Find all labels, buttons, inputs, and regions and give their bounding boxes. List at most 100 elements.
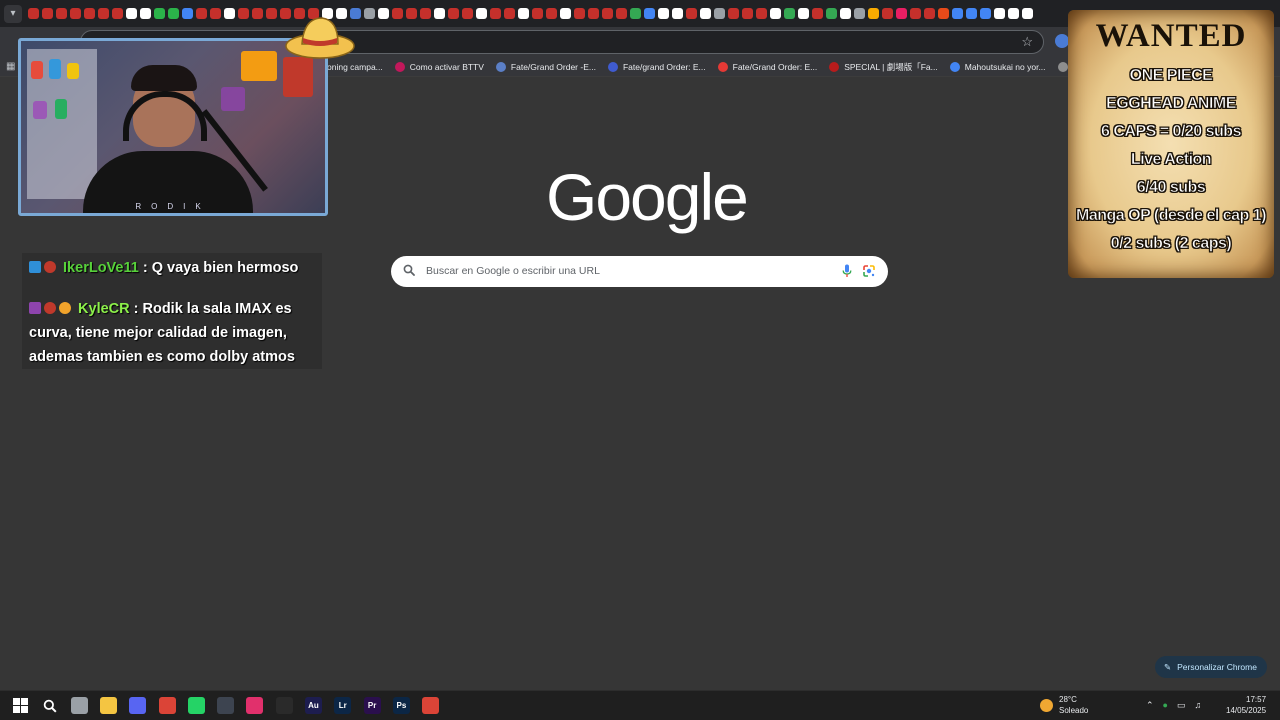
premiere-icon[interactable]: Pr bbox=[363, 697, 381, 714]
tab-favicon-icon[interactable] bbox=[70, 8, 81, 19]
tab-favicon-icon[interactable] bbox=[196, 8, 207, 19]
bookmark-item[interactable]: Como activar BTTV bbox=[394, 62, 484, 72]
steam-icon[interactable] bbox=[217, 697, 235, 714]
clock[interactable]: 17:57 14/05/2025 bbox=[1226, 694, 1266, 716]
tab-favicon-icon[interactable] bbox=[378, 8, 389, 19]
tab-favicon-icon[interactable] bbox=[490, 8, 501, 19]
tab-favicon-icon[interactable] bbox=[84, 8, 95, 19]
search-icon[interactable] bbox=[41, 697, 58, 714]
extension-icon[interactable] bbox=[1055, 34, 1069, 48]
bookmark-item[interactable]: SPECIAL | 劇場版「Fa... bbox=[829, 61, 938, 73]
customize-chrome-button[interactable]: ✎ Personalizar Chrome bbox=[1155, 656, 1267, 678]
tab-favicon-icon[interactable] bbox=[784, 8, 795, 19]
tab-favicon-icon[interactable] bbox=[504, 8, 515, 19]
lightroom-icon[interactable]: Lr bbox=[334, 697, 352, 714]
google-search-box[interactable]: Buscar en Google o escribir una URL bbox=[391, 256, 888, 287]
tab-favicon-icon[interactable] bbox=[462, 8, 473, 19]
tab-favicon-icon[interactable] bbox=[840, 8, 851, 19]
file-explorer-icon[interactable] bbox=[99, 697, 117, 714]
tab-favicon-icon[interactable] bbox=[364, 8, 375, 19]
tab-favicon-icon[interactable] bbox=[532, 8, 543, 19]
tab-favicon-icon[interactable] bbox=[476, 8, 487, 19]
tab-favicon-icon[interactable] bbox=[714, 8, 725, 19]
mic-icon[interactable]: ● bbox=[1163, 700, 1168, 711]
tab-favicon-icon[interactable] bbox=[1022, 8, 1033, 19]
chrome-active-icon[interactable] bbox=[422, 697, 440, 714]
tab-favicon-icon[interactable] bbox=[588, 8, 599, 19]
tab-favicon-icon[interactable] bbox=[434, 8, 445, 19]
tab-favicon-icon[interactable] bbox=[826, 8, 837, 19]
tab-favicon-icon[interactable] bbox=[560, 8, 571, 19]
tab-favicon-icon[interactable] bbox=[812, 8, 823, 19]
volume-icon[interactable]: ♫ bbox=[1195, 700, 1202, 711]
bookmark-star-icon[interactable]: ☆ bbox=[1021, 34, 1033, 50]
chevron-up-icon[interactable]: ⌃ bbox=[1146, 700, 1154, 711]
tab-favicon-icon[interactable] bbox=[924, 8, 935, 19]
tab-favicon-icon[interactable] bbox=[238, 8, 249, 19]
tab-favicon-icon[interactable] bbox=[420, 8, 431, 19]
tab-favicon-icon[interactable] bbox=[672, 8, 683, 19]
voice-search-icon[interactable] bbox=[842, 264, 852, 278]
tab-favicon-icon[interactable] bbox=[518, 8, 529, 19]
tab-favicon-icon[interactable] bbox=[546, 8, 557, 19]
whatsapp-icon[interactable] bbox=[187, 697, 205, 714]
tab-favicon-icon[interactable] bbox=[728, 8, 739, 19]
bookmark-item[interactable]: Fate/Grand Order: E... bbox=[717, 62, 817, 72]
tab-favicon-icon[interactable] bbox=[630, 8, 641, 19]
tab-search-button[interactable]: ▾ bbox=[4, 4, 22, 23]
tab-favicon-icon[interactable] bbox=[98, 8, 109, 19]
tab-favicon-icon[interactable] bbox=[574, 8, 585, 19]
bookmark-item[interactable]: Mahoutsukai no yor... bbox=[949, 62, 1046, 72]
chrome-icon[interactable] bbox=[158, 697, 176, 714]
tab-favicon-icon[interactable] bbox=[448, 8, 459, 19]
bookmark-item[interactable]: Fate/grand Order: E... bbox=[607, 62, 706, 72]
tab-favicon-icon[interactable] bbox=[616, 8, 627, 19]
task-view-icon[interactable] bbox=[70, 697, 88, 714]
tab-favicon-icon[interactable] bbox=[770, 8, 781, 19]
tab-favicon-icon[interactable] bbox=[56, 8, 67, 19]
tab-favicon-icon[interactable] bbox=[882, 8, 893, 19]
tab-favicon-icon[interactable] bbox=[700, 8, 711, 19]
tab-favicon-icon[interactable] bbox=[154, 8, 165, 19]
tab-favicon-icon[interactable] bbox=[406, 8, 417, 19]
display-icon[interactable]: ▭ bbox=[1177, 700, 1186, 711]
tiktok-icon[interactable] bbox=[246, 697, 264, 714]
tab-favicon-icon[interactable] bbox=[896, 8, 907, 19]
tab-favicon-icon[interactable] bbox=[602, 8, 613, 19]
tab-favicon-icon[interactable] bbox=[266, 8, 277, 19]
photoshop-icon[interactable]: Ps bbox=[392, 697, 410, 714]
tab-favicon-icon[interactable] bbox=[910, 8, 921, 19]
audition-icon[interactable]: Au bbox=[305, 697, 322, 714]
bookmark-item[interactable]: Fate/Grand Order -E... bbox=[495, 62, 596, 72]
tab-favicon-icon[interactable] bbox=[952, 8, 963, 19]
tab-favicon-icon[interactable] bbox=[994, 8, 1005, 19]
google-lens-icon[interactable] bbox=[862, 264, 876, 278]
tab-favicon-icon[interactable] bbox=[686, 8, 697, 19]
discord-icon[interactable] bbox=[129, 697, 147, 714]
tab-favicon-icon[interactable] bbox=[182, 8, 193, 19]
tab-favicon-icon[interactable] bbox=[854, 8, 865, 19]
windows-start-icon[interactable] bbox=[12, 697, 29, 714]
tab-favicon-icon[interactable] bbox=[168, 8, 179, 19]
tab-favicon-icon[interactable] bbox=[658, 8, 669, 19]
tab-favicon-icon[interactable] bbox=[938, 8, 949, 19]
tab-favicon-icon[interactable] bbox=[28, 8, 39, 19]
tab-favicon-icon[interactable] bbox=[252, 8, 263, 19]
tab-favicon-icon[interactable] bbox=[868, 8, 879, 19]
tab-favicon-icon[interactable] bbox=[140, 8, 151, 19]
tab-favicon-icon[interactable] bbox=[756, 8, 767, 19]
weather-widget[interactable]: 28°C Soleado bbox=[1040, 694, 1088, 716]
tab-favicon-icon[interactable] bbox=[210, 8, 221, 19]
tab-favicon-icon[interactable] bbox=[112, 8, 123, 19]
capcut-icon[interactable] bbox=[275, 697, 293, 714]
tab-favicon-icon[interactable] bbox=[798, 8, 809, 19]
tab-favicon-icon[interactable] bbox=[224, 8, 235, 19]
tab-favicon-icon[interactable] bbox=[644, 8, 655, 19]
tab-favicon-icon[interactable] bbox=[1008, 8, 1019, 19]
tab-favicon-icon[interactable] bbox=[742, 8, 753, 19]
tab-favicon-icon[interactable] bbox=[126, 8, 137, 19]
tab-favicon-icon[interactable] bbox=[392, 8, 403, 19]
tab-favicon-icon[interactable] bbox=[980, 8, 991, 19]
tab-favicon-icon[interactable] bbox=[966, 8, 977, 19]
tab-favicon-icon[interactable] bbox=[42, 8, 53, 19]
